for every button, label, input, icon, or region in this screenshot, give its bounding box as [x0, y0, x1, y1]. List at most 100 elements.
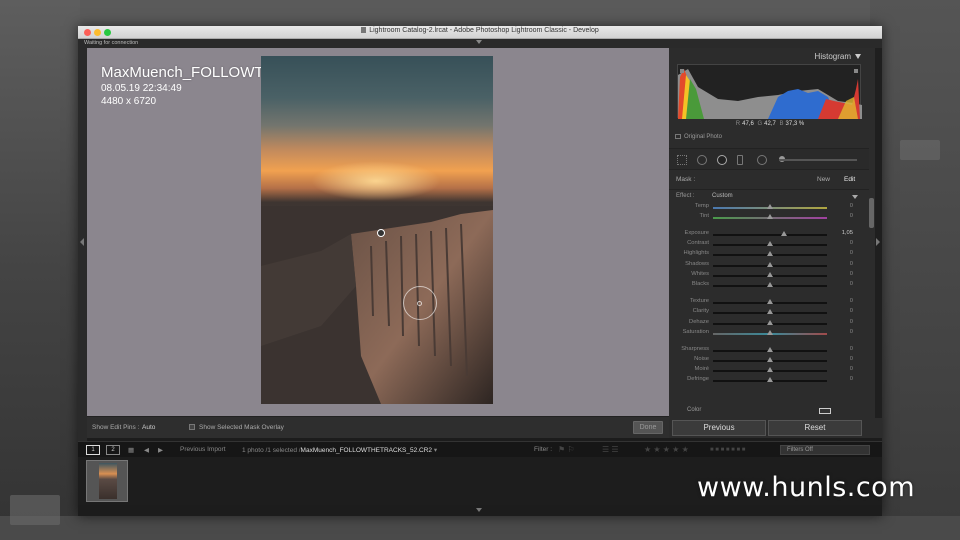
slider-knob[interactable] — [767, 347, 773, 352]
slider-value[interactable]: 0 — [835, 319, 853, 325]
left-panel-collapsed[interactable] — [78, 48, 87, 446]
collapse-right-panel-icon[interactable] — [876, 238, 880, 246]
top-panel-toggle-icon[interactable] — [476, 40, 482, 44]
slider-value[interactable]: 0 — [835, 213, 853, 219]
slider-row-clarity[interactable]: Clarity 0 — [669, 308, 869, 318]
slider-row-moir[interactable]: Moiré 0 — [669, 366, 869, 376]
slider-label: Shadows — [685, 261, 709, 267]
mask-overlay-checkbox[interactable] — [189, 424, 195, 430]
slider-row-whites[interactable]: Whites 0 — [669, 271, 869, 281]
r-label: R — [735, 121, 741, 127]
slider-knob[interactable] — [767, 299, 773, 304]
collapse-triangle-icon[interactable] — [855, 54, 861, 59]
slider-knob[interactable] — [767, 330, 773, 335]
primary-window-button[interactable]: 1 — [86, 445, 100, 455]
photo-image[interactable] — [261, 56, 493, 404]
slider-value[interactable]: 0 — [835, 281, 853, 287]
red-eye-icon[interactable] — [717, 155, 727, 165]
slider-value[interactable]: 0 — [835, 298, 853, 304]
secondary-window-button[interactable]: 2 — [106, 445, 120, 455]
selection-info[interactable]: 1 photo /1 selected /MaxMuench_FOLLOWTHE… — [242, 446, 437, 454]
slider-value[interactable]: 0 — [835, 308, 853, 314]
flag-filter-icon[interactable]: ⚑ ⚐ — [558, 445, 575, 454]
slider-knob[interactable] — [767, 272, 773, 277]
original-photo-toggle[interactable]: Original Photo — [675, 134, 722, 140]
grid-icon[interactable]: ▦ — [128, 446, 134, 454]
adjustment-pin[interactable] — [377, 229, 385, 237]
right-panel-edge[interactable] — [875, 48, 882, 438]
slider-value[interactable]: 0 — [835, 329, 853, 335]
forward-arrow-icon[interactable]: ▶ — [158, 446, 163, 454]
slider-knob[interactable] — [767, 357, 773, 362]
radial-filter-icon[interactable] — [757, 155, 767, 165]
previous-button[interactable]: Previous — [672, 420, 766, 436]
slider-value[interactable]: 0 — [835, 346, 853, 352]
show-edit-pins-label: Show Edit Pins : — [92, 424, 140, 431]
slider-knob[interactable] — [767, 320, 773, 325]
slider-value[interactable]: 0 — [835, 376, 853, 382]
slider-row-dehaze[interactable]: Dehaze 0 — [669, 319, 869, 329]
original-photo-icon[interactable] — [675, 134, 681, 139]
slider-row-temp[interactable]: Temp 0 — [669, 203, 869, 213]
slider-knob[interactable] — [780, 231, 787, 236]
slider-knob[interactable] — [767, 262, 773, 267]
slider-value[interactable]: 0 — [835, 356, 853, 362]
slider-row-defringe[interactable]: Defringe 0 — [669, 376, 869, 386]
bottom-panel-toggle-icon[interactable] — [476, 508, 482, 512]
crop-tool-icon[interactable] — [677, 155, 687, 165]
slider-knob[interactable] — [767, 282, 773, 287]
color-label-filter[interactable]: ■ ■ ■ ■ ■ ■ ■ — [710, 447, 745, 453]
slider-value[interactable]: 0 — [835, 271, 853, 277]
slider-row-contrast[interactable]: Contrast 0 — [669, 240, 869, 250]
slider-knob[interactable] — [767, 214, 773, 219]
photo-canvas[interactable]: MaxMuench_FOLLOWTHETRACKS_52.CR2 08.05.1… — [87, 48, 669, 416]
effect-dropdown-icon[interactable] — [852, 195, 858, 199]
slider-row-texture[interactable]: Texture 0 — [669, 298, 869, 308]
expand-left-panel-icon[interactable] — [80, 238, 84, 246]
slider-track[interactable] — [713, 234, 827, 236]
brush-size-track[interactable] — [779, 159, 857, 161]
effect-row[interactable]: Effect : Custom — [669, 193, 869, 203]
slider-knob[interactable] — [767, 251, 773, 256]
panel-scrollbar[interactable] — [869, 198, 874, 228]
show-edit-pins-select[interactable]: Auto — [142, 424, 155, 431]
slider-row-exposure[interactable]: Exposure 1,05 — [669, 230, 869, 240]
slider-row-tint[interactable]: Tint 0 — [669, 213, 869, 223]
slider-row-highlights[interactable]: Highlights 0 — [669, 250, 869, 260]
star-rating-filter[interactable]: ★ ★ ★ ★ ★ — [644, 445, 689, 454]
slider-knob[interactable] — [767, 204, 773, 209]
canyon-cliff-shape — [261, 206, 493, 404]
slider-value[interactable]: 0 — [835, 366, 853, 372]
histogram-graph[interactable] — [677, 64, 862, 119]
spot-removal-icon[interactable] — [697, 155, 707, 165]
histogram-header[interactable]: Histogram — [669, 48, 869, 62]
slider-row-noise[interactable]: Noise 0 — [669, 356, 869, 366]
slider-row-saturation[interactable]: Saturation 0 — [669, 329, 869, 339]
slider-knob[interactable] — [767, 241, 773, 246]
graduated-filter-icon[interactable] — [737, 155, 743, 165]
slider-row-sharpness[interactable]: Sharpness 0 — [669, 346, 869, 356]
slider-value[interactable]: 0 — [835, 261, 853, 267]
effect-value[interactable]: Custom — [712, 193, 733, 199]
back-arrow-icon[interactable]: ◀ — [144, 446, 149, 454]
mask-new-button[interactable]: New — [817, 176, 830, 183]
done-button[interactable]: Done — [633, 421, 663, 434]
source-label[interactable]: Previous Import — [180, 446, 226, 453]
filmstrip-bar: 1 2 ▦ ◀ ▶ Previous Import 1 photo /1 sel… — [78, 441, 882, 457]
color-swatch[interactable] — [819, 408, 831, 414]
slider-knob[interactable] — [767, 377, 773, 382]
slider-row-shadows[interactable]: Shadows 0 — [669, 261, 869, 271]
slider-value[interactable]: 0 — [835, 250, 853, 256]
photo-dimensions: 4480 x 6720 — [101, 96, 157, 107]
mask-edit-button[interactable]: Edit — [844, 176, 855, 183]
slider-value[interactable]: 0 — [835, 203, 853, 209]
slider-value[interactable]: 1,05 — [835, 230, 853, 236]
slider-knob[interactable] — [767, 309, 773, 314]
filmstrip-thumbnail[interactable] — [86, 460, 128, 502]
filter-options-icon[interactable]: ☰ ☰ — [602, 445, 619, 454]
slider-value[interactable]: 0 — [835, 240, 853, 246]
reset-button[interactable]: Reset — [768, 420, 862, 436]
filters-off-select[interactable]: Filters Off — [780, 445, 870, 455]
slider-knob[interactable] — [767, 367, 773, 372]
slider-row-blacks[interactable]: Blacks 0 — [669, 281, 869, 291]
